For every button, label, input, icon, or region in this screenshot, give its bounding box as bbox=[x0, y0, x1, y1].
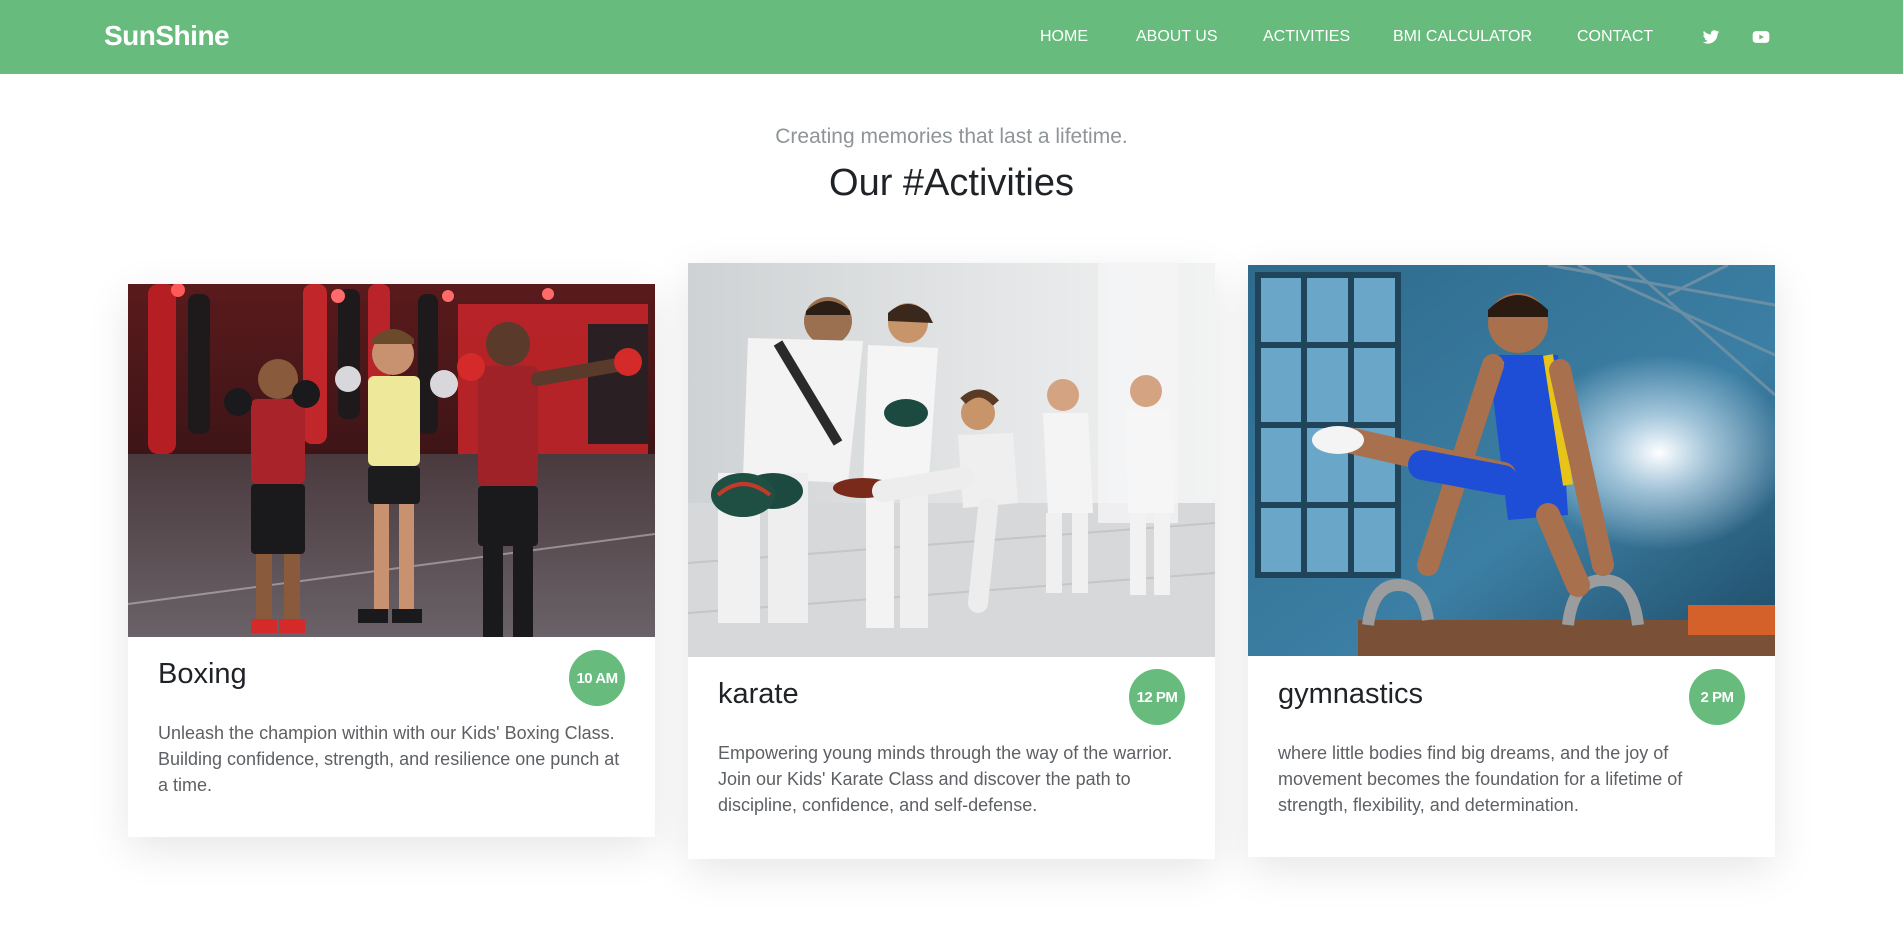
top-navbar: SunShine HOME ABOUT US ACTIVITIES BMI CA… bbox=[0, 0, 1903, 74]
section-subtitle: Creating memories that last a lifetime. bbox=[775, 125, 1128, 148]
nav-bmi-calculator[interactable]: BMI CALCULATOR bbox=[1393, 28, 1532, 46]
activity-description: where little bodies find big dreams, and… bbox=[1278, 743, 1683, 815]
nav-about-us[interactable]: ABOUT US bbox=[1136, 28, 1218, 46]
brand-logo[interactable]: SunShine bbox=[104, 20, 230, 52]
activity-card-karate: karate 12 PM Empowering young minds thro… bbox=[688, 263, 1215, 859]
activity-time-badge: 12 PM bbox=[1129, 669, 1185, 725]
activity-name: Boxing bbox=[158, 658, 247, 690]
section-title: Our #Activities bbox=[829, 162, 1074, 204]
boxing-kids-photo bbox=[128, 284, 655, 637]
youtube-icon[interactable] bbox=[1751, 27, 1771, 47]
activity-time-badge: 10 AM bbox=[569, 650, 625, 706]
activity-card-boxing: Boxing 10 AM Unleash the champion within… bbox=[128, 284, 655, 837]
karate-class-photo bbox=[688, 263, 1215, 657]
twitter-icon[interactable] bbox=[1701, 27, 1721, 47]
activity-card-gymnastics: gymnastics 2 PM where little bodies find… bbox=[1248, 265, 1775, 857]
activity-description: Unleash the champion within with our Kid… bbox=[158, 723, 620, 795]
nav-home[interactable]: HOME bbox=[1040, 28, 1088, 46]
activity-time-badge: 2 PM bbox=[1689, 669, 1745, 725]
activity-description: Empowering young minds through the way o… bbox=[718, 743, 1173, 815]
activity-name: gymnastics bbox=[1278, 678, 1424, 710]
nav-activities[interactable]: ACTIVITIES bbox=[1263, 28, 1350, 46]
gymnastics-boy-photo bbox=[1248, 265, 1775, 656]
nav-contact[interactable]: CONTACT bbox=[1577, 28, 1653, 46]
activity-name: karate bbox=[718, 678, 799, 710]
